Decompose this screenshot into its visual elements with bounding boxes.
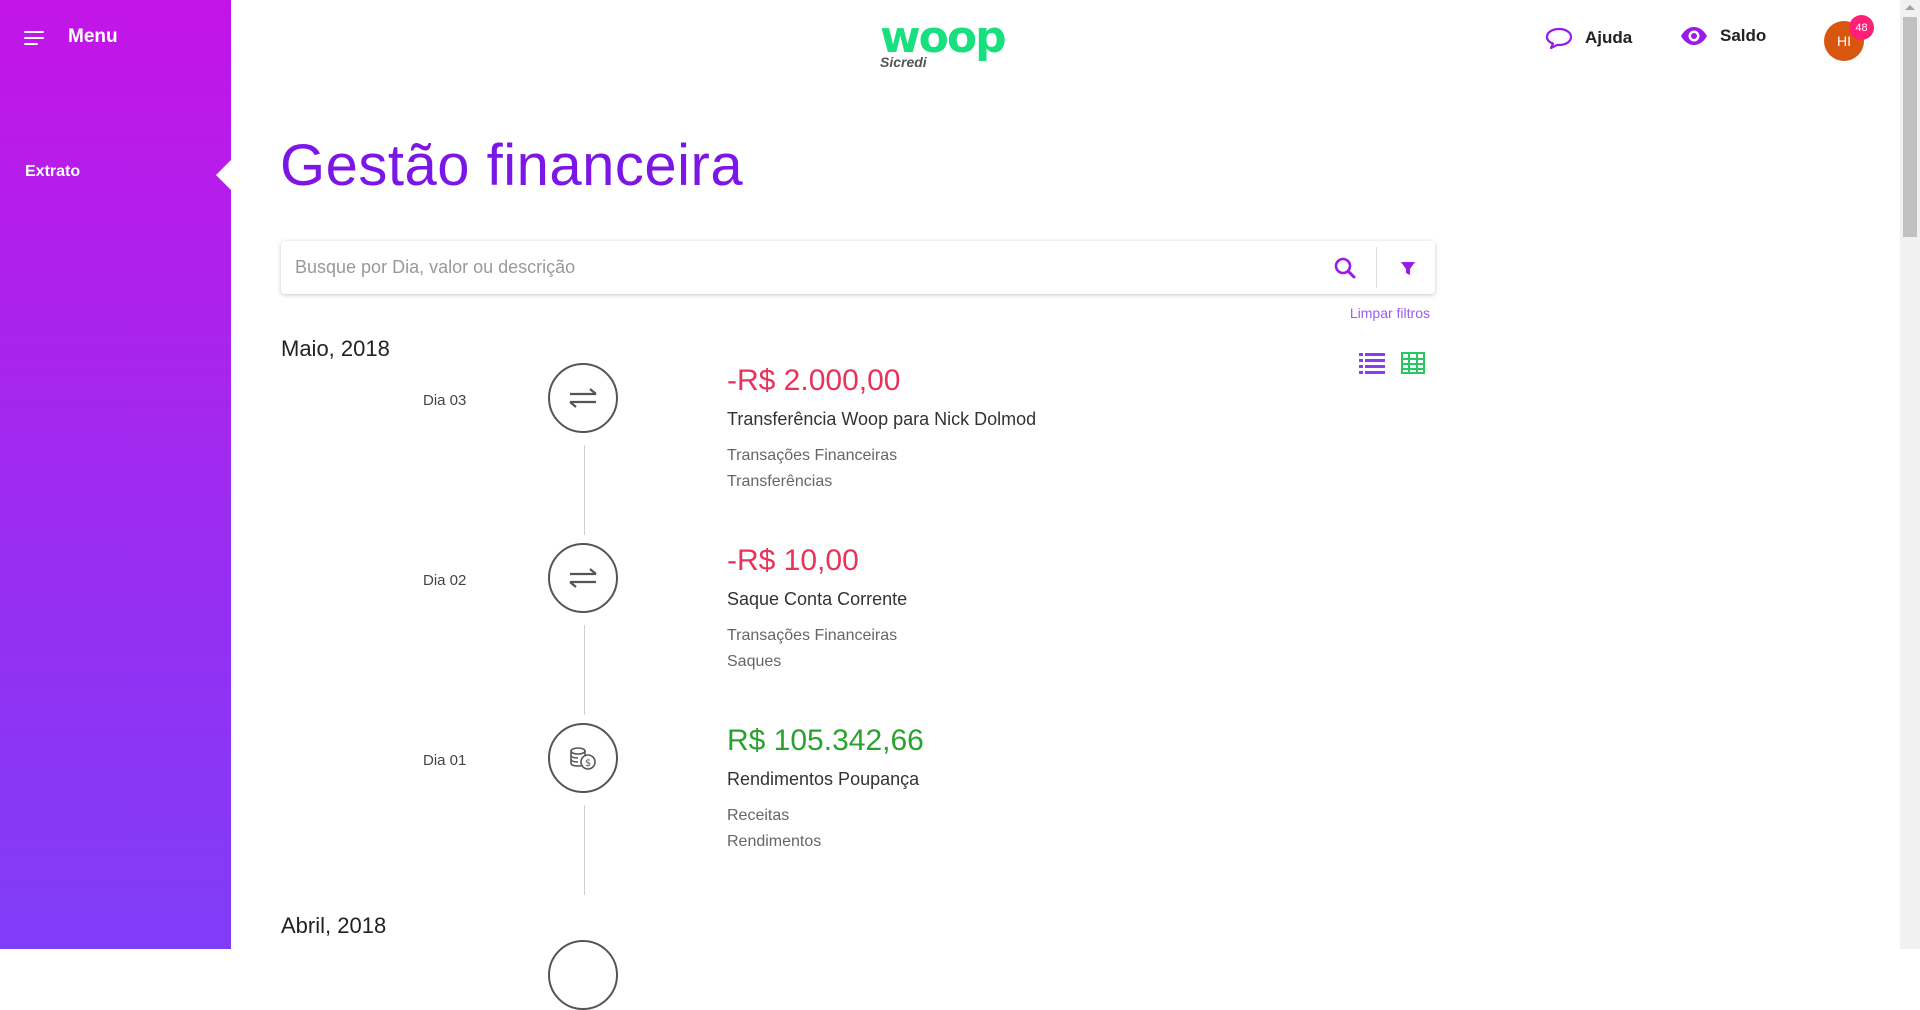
transaction-day: Dia 03: [423, 392, 467, 409]
eye-icon: [1681, 27, 1707, 45]
transfer-icon: [569, 388, 597, 408]
timeline-connector: [584, 445, 585, 535]
transfer-icon: [569, 568, 597, 588]
clear-filters-link[interactable]: Limpar filtros: [1290, 305, 1430, 321]
search-divider: [1376, 247, 1377, 288]
sidebar-item-extrato[interactable]: Extrato: [25, 163, 80, 181]
hamburger-icon: [24, 29, 44, 45]
month-heading: Maio, 2018: [281, 336, 390, 361]
transaction-icon-circle: $: [548, 723, 618, 793]
transaction-amount: -R$ 2.000,00: [727, 364, 901, 397]
notification-badge: 48: [1849, 15, 1874, 40]
woop-logo[interactable]: woop Sicredi: [876, 12, 1026, 74]
timeline-connector: [584, 625, 585, 715]
scroll-up-arrow-icon[interactable]: [1905, 5, 1915, 10]
sidebar: Menu Extrato: [0, 0, 231, 949]
filter-icon: [1401, 262, 1415, 275]
transaction-description: Transferência Woop para Nick Dolmod: [727, 409, 1037, 429]
table-icon: [1401, 352, 1425, 374]
scroll-thumb[interactable]: [1903, 17, 1917, 237]
transaction-day: Dia 02: [423, 572, 467, 589]
search-icon: [1334, 257, 1356, 279]
svg-text:$: $: [585, 758, 591, 769]
transaction-category: Transações Financeiras: [727, 627, 898, 644]
transaction-day: Dia 01: [423, 752, 467, 769]
transaction-category: Receitas: [727, 807, 790, 824]
transaction-icon-circle: [548, 940, 618, 1010]
search-input[interactable]: [281, 241, 1321, 294]
list-icon: [1359, 353, 1385, 374]
transaction-subcategory: Saques: [727, 653, 782, 670]
balance-label: Saldo: [1720, 26, 1767, 45]
transaction-icon-circle: [548, 543, 618, 613]
table-view-button[interactable]: [1401, 352, 1425, 374]
transaction-subcategory: Rendimentos: [727, 833, 822, 850]
transaction-icon-circle: [548, 363, 618, 433]
transaction-description: Saque Conta Corrente: [727, 589, 908, 609]
logo-subtitle: Sicredi: [880, 54, 927, 70]
help-button[interactable]: Ajuda: [1545, 26, 1632, 50]
transaction-amount: -R$ 10,00: [727, 544, 859, 577]
coins-icon: $: [570, 747, 596, 770]
page-title: Gestão financeira: [280, 133, 744, 198]
active-item-indicator: [216, 160, 231, 190]
transaction-category: Transações Financeiras: [727, 447, 898, 464]
menu-label: Menu: [68, 26, 118, 47]
filter-button[interactable]: [1394, 254, 1422, 282]
search-bar: [281, 241, 1435, 294]
balance-toggle-button[interactable]: Saldo: [1680, 26, 1766, 46]
menu-button[interactable]: Menu: [24, 26, 118, 48]
transaction-description: Rendimentos Poupança: [727, 769, 920, 789]
list-view-button[interactable]: [1359, 352, 1385, 374]
page-scrollbar[interactable]: [1900, 0, 1920, 949]
transaction-subcategory: Transferências: [727, 473, 833, 490]
chat-bubble-icon: [1545, 27, 1573, 50]
month-heading: Abril, 2018: [281, 913, 387, 938]
help-label: Ajuda: [1585, 28, 1633, 47]
transaction-amount: R$ 105.342,66: [727, 724, 924, 757]
timeline-connector: [584, 805, 585, 895]
search-button[interactable]: [1331, 254, 1359, 282]
